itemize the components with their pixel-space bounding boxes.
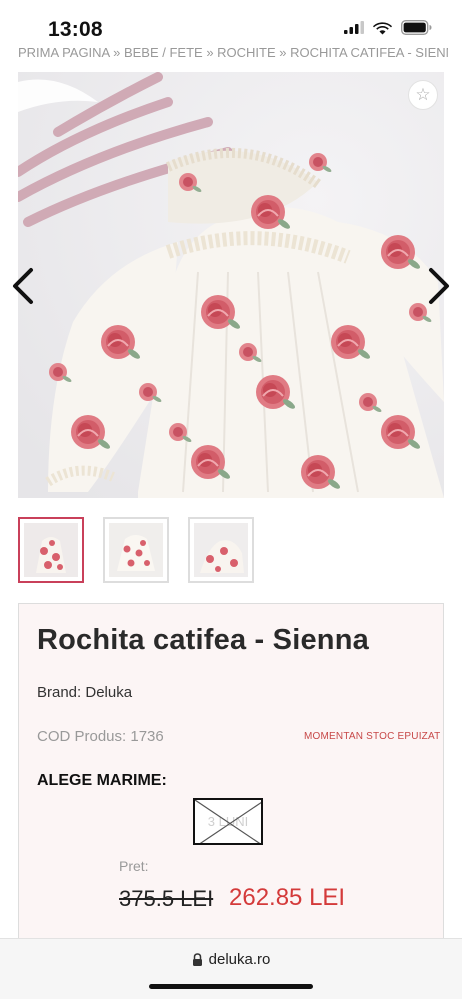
product-main-image[interactable] xyxy=(18,72,444,498)
browser-address-bar[interactable] xyxy=(0,938,462,999)
product-brand: Brand: Deluka xyxy=(37,684,133,701)
size-heading: ALEGE MARIME: xyxy=(37,772,167,789)
wifi-icon xyxy=(373,21,392,34)
wishlist-button[interactable]: ☆ xyxy=(408,80,438,110)
chevron-left-icon xyxy=(13,268,33,304)
home-indicator[interactable] xyxy=(149,984,313,989)
unavailable-cross-icon xyxy=(195,800,261,843)
signal-icon xyxy=(344,21,364,34)
url-text: deluka.ro xyxy=(208,951,271,968)
chevron-right-icon xyxy=(429,268,449,304)
thumbnail-1-image xyxy=(24,523,78,577)
battery-icon xyxy=(401,20,432,35)
breadcrumb-text[interactable]: PRIMA PAGINA » BEBE / FETE » ROCHITE » R… xyxy=(18,44,448,62)
star-icon: ☆ xyxy=(415,85,431,104)
price-label: Pret: xyxy=(119,858,149,874)
product-sku: COD Produs: 1736 xyxy=(37,728,164,745)
size-option-unavailable[interactable]: 3 LUNI xyxy=(193,798,263,845)
sale-price: 262.85 LEI xyxy=(229,884,346,911)
gallery-prev-button[interactable] xyxy=(8,266,38,306)
thumbnail-2-image xyxy=(109,523,163,577)
thumbnail-3[interactable] xyxy=(188,517,254,583)
thumbnail-2[interactable] xyxy=(103,517,169,583)
product-title: Rochita catifea - Sienna xyxy=(37,624,369,656)
thumbnail-3-image xyxy=(194,523,248,577)
stock-status: MOMENTAN STOC EPUIZAT xyxy=(304,731,441,742)
old-price: 375.5 LEI xyxy=(119,886,214,911)
dress-illustration xyxy=(18,72,444,498)
gallery-next-button[interactable] xyxy=(424,266,454,306)
url-display[interactable]: deluka.ro xyxy=(0,951,462,968)
status-time: 13:08 xyxy=(48,18,103,41)
status-icons xyxy=(344,20,432,35)
breadcrumb[interactable]: PRIMA PAGINA » BEBE / FETE » ROCHITE » R… xyxy=(18,44,448,62)
thumbnail-1[interactable] xyxy=(18,517,84,583)
lock-icon xyxy=(192,953,202,966)
